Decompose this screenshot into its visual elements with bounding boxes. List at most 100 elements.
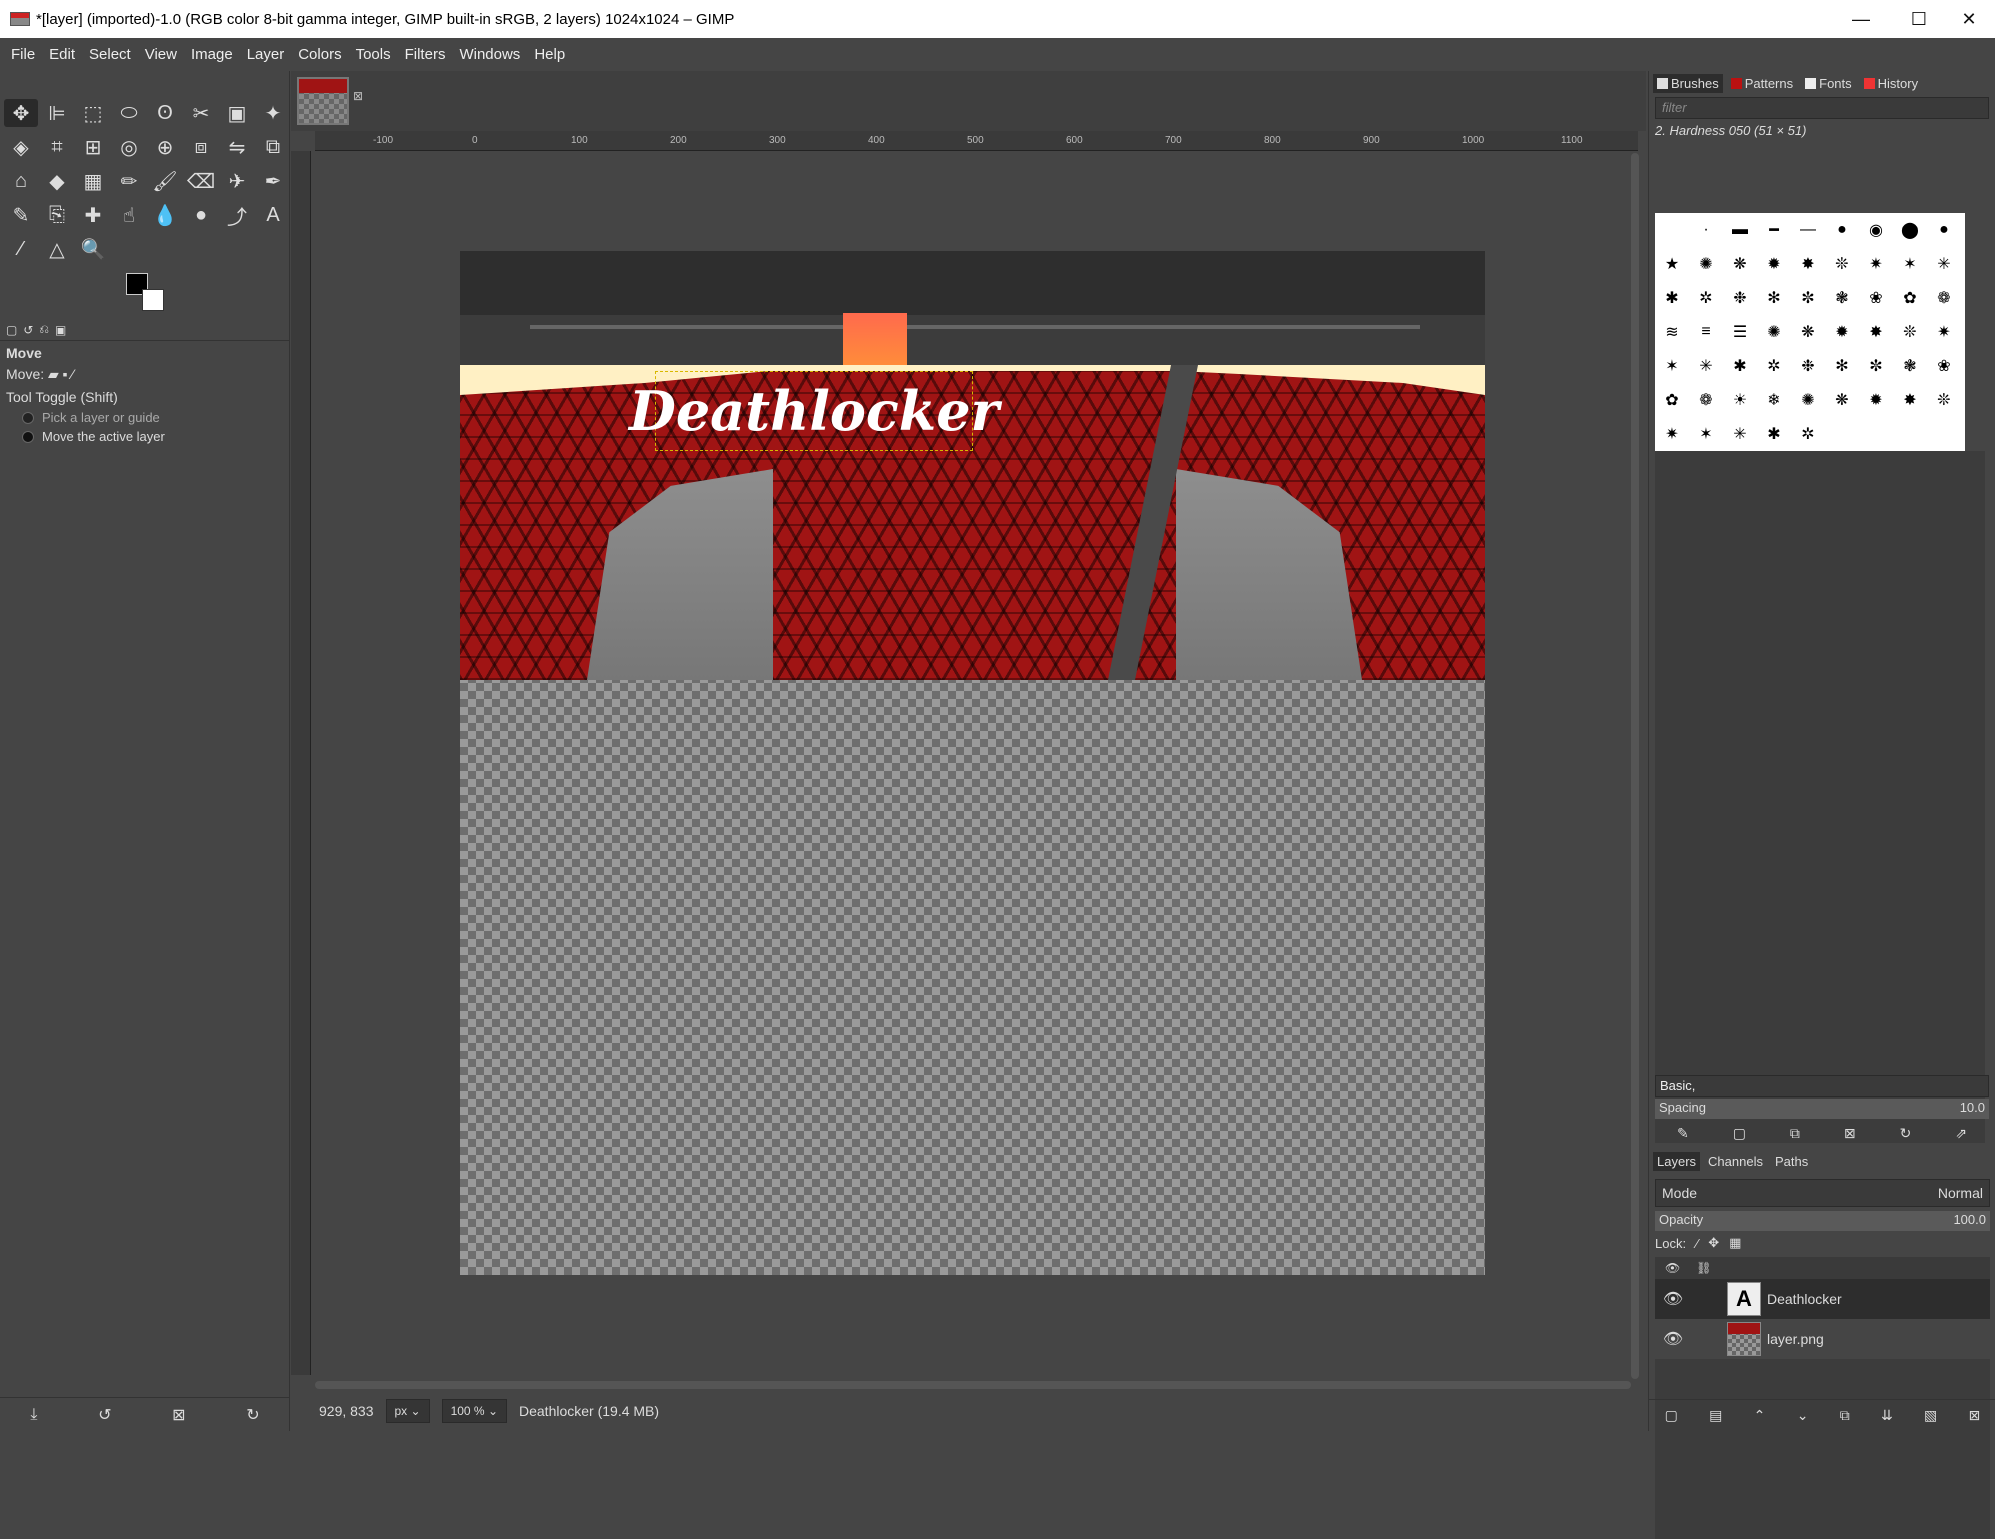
image-tab-thumbnail[interactable]	[297, 77, 349, 125]
brush-item[interactable]: ❉	[1791, 349, 1825, 383]
tab-brushes[interactable]: Brushes	[1653, 73, 1723, 93]
brush-item[interactable]: ✺	[1791, 383, 1825, 417]
eye-icon[interactable]: 👁	[1655, 1329, 1691, 1349]
delete-brush-icon[interactable]: ⊠	[1844, 1125, 1856, 1142]
reset-options-icon[interactable]: ↻	[246, 1405, 259, 1425]
brush-item[interactable]: ✱	[1723, 349, 1757, 383]
brush-item[interactable]: ❄	[1757, 383, 1791, 417]
canvas-area[interactable]: -100 0 100 200 300 400 500 600 700 800 900 1000 1100…	[291, 131, 1646, 1391]
brush-item[interactable]: ✼	[1859, 349, 1893, 383]
menu-edit[interactable]: Edit	[42, 46, 82, 63]
brush-item[interactable]: ★	[1655, 247, 1689, 281]
brush-item[interactable]: ━	[1757, 213, 1791, 247]
paintbrush-icon[interactable]: 🖌	[148, 167, 182, 195]
brush-item[interactable]: ✸	[1791, 247, 1825, 281]
layer-mask-icon[interactable]: ▧	[1924, 1407, 1937, 1424]
3d-transform-icon[interactable]: ⧉	[256, 133, 290, 161]
brush-item[interactable]: ✳	[1723, 417, 1757, 451]
free-select-icon[interactable]: ʘ	[148, 99, 182, 127]
new-brush-icon[interactable]: ▢	[1733, 1125, 1746, 1142]
brush-item[interactable]: ●	[1927, 213, 1961, 247]
move-icon[interactable]: ✥	[4, 99, 38, 127]
images-tab-icon[interactable]: ▣	[55, 323, 66, 337]
brush-item[interactable]: ❀	[1859, 281, 1893, 315]
tab-channels[interactable]: Channels	[1704, 1152, 1767, 1171]
brush-item[interactable]: ✸	[1859, 315, 1893, 349]
tab-fonts[interactable]: Fonts	[1801, 74, 1856, 93]
brush-item[interactable]: ❃	[1893, 349, 1927, 383]
lower-layer-icon[interactable]: ⌄	[1797, 1407, 1809, 1424]
eye-icon[interactable]: 👁	[1655, 1289, 1691, 1309]
restore-options-icon[interactable]: ↺	[98, 1405, 111, 1425]
menu-image[interactable]: Image	[184, 46, 240, 63]
raise-layer-icon[interactable]: ⌃	[1754, 1407, 1766, 1424]
rect-select-icon[interactable]: ⬚	[76, 99, 110, 127]
brush-item[interactable]: ❊	[1893, 315, 1927, 349]
close-button[interactable]: ✕	[1940, 0, 1995, 38]
duplicate-layer-icon[interactable]: ⧉	[1840, 1407, 1850, 1424]
brush-item[interactable]: ✻	[1825, 349, 1859, 383]
brush-item[interactable]: ❁	[1689, 383, 1723, 417]
smudge-icon[interactable]: ☝	[112, 201, 146, 229]
unified-transform-icon[interactable]: ⊞	[76, 133, 110, 161]
mypaint-icon[interactable]: ✎	[4, 201, 38, 229]
background-color[interactable]	[142, 289, 164, 311]
anchor-layer-icon[interactable]: ⇊	[1881, 1407, 1893, 1424]
brush-item[interactable]: ✿	[1893, 281, 1927, 315]
perspective-icon[interactable]: ⧈	[184, 133, 218, 161]
spacing-slider[interactable]: Spacing 10.0	[1655, 1099, 1989, 1119]
new-layer-icon[interactable]: ▢	[1665, 1407, 1678, 1424]
refresh-brushes-icon[interactable]: ↻	[1900, 1125, 1912, 1142]
gradient-icon[interactable]: ▦	[76, 167, 110, 195]
zoom-icon[interactable]: 🔍	[76, 235, 110, 263]
pick-layer-option[interactable]: Pick a layer or guide	[0, 408, 290, 427]
ellipse-select-icon[interactable]: ⬭	[112, 99, 146, 127]
layer-row-deathlocker[interactable]: 👁 A Deathlocker	[1655, 1279, 1990, 1319]
handle-transform-icon[interactable]: ⊕	[148, 133, 182, 161]
brush-item[interactable]: ✹	[1859, 383, 1893, 417]
brush-item[interactable]: ✲	[1757, 349, 1791, 383]
lock-position-icon[interactable]: ✥	[1708, 1235, 1719, 1251]
brush-item[interactable]: ✲	[1689, 281, 1723, 315]
brush-item[interactable]: ✷	[1655, 417, 1689, 451]
opacity-slider[interactable]: Opacity 100.0	[1655, 1211, 1990, 1231]
brush-item[interactable]: ·	[1689, 213, 1723, 247]
delete-layer-icon[interactable]: ⊠	[1969, 1407, 1981, 1424]
align-icon[interactable]: ⊫	[40, 99, 74, 127]
brush-item[interactable]: ✸	[1893, 383, 1927, 417]
move-layer-icon[interactable]: ▰ ▪ ⁄	[48, 366, 74, 382]
menu-view[interactable]: View	[138, 46, 184, 63]
duplicate-brush-icon[interactable]: ⧉	[1790, 1125, 1800, 1142]
brush-item[interactable]: ✷	[1927, 315, 1961, 349]
unit-selector[interactable]: px ⌄	[385, 1399, 430, 1423]
brush-item[interactable]: ✶	[1893, 247, 1927, 281]
fuzzy-select-icon[interactable]: ✦	[256, 99, 290, 127]
brush-item[interactable]: ▬	[1723, 213, 1757, 247]
text-layer-deathlocker[interactable]: Deathlocker	[629, 371, 999, 451]
crop-icon[interactable]: ⌗	[40, 133, 74, 161]
vertical-scrollbar[interactable]	[1631, 153, 1639, 1379]
brush-item[interactable]: ❉	[1723, 281, 1757, 315]
cage-icon[interactable]: ⌂	[4, 167, 38, 195]
heal-icon[interactable]: ✚	[76, 201, 110, 229]
new-layer-group-icon[interactable]: ▤	[1709, 1407, 1722, 1424]
fg-bg-colors[interactable]	[126, 273, 170, 317]
horizontal-scrollbar[interactable]	[315, 1381, 1631, 1389]
brush-item[interactable]: ≋	[1655, 315, 1689, 349]
menu-filters[interactable]: Filters	[398, 46, 453, 63]
brush-item[interactable]: ✹	[1825, 315, 1859, 349]
clone-icon[interactable]: ⎘	[40, 201, 74, 229]
lock-alpha-icon[interactable]: ▦	[1729, 1235, 1741, 1251]
tab-paths[interactable]: Paths	[1771, 1152, 1812, 1171]
brush-item[interactable]: ◉	[1859, 213, 1893, 247]
airbrush-icon[interactable]: ✈	[220, 167, 254, 195]
brush-item[interactable]: ✶	[1689, 417, 1723, 451]
brush-item[interactable]: ⬤	[1893, 213, 1927, 247]
dodge-icon[interactable]: ●	[184, 201, 218, 229]
tool-options-tab-icon[interactable]: ▢	[6, 323, 17, 337]
paths-icon[interactable]: ⤴	[220, 201, 254, 229]
device-status-tab-icon[interactable]: ↺	[23, 323, 33, 337]
brush-item[interactable]: ❃	[1825, 281, 1859, 315]
brush-item[interactable]: ❁	[1927, 281, 1961, 315]
select-by-color-icon[interactable]: ◈	[4, 133, 38, 161]
